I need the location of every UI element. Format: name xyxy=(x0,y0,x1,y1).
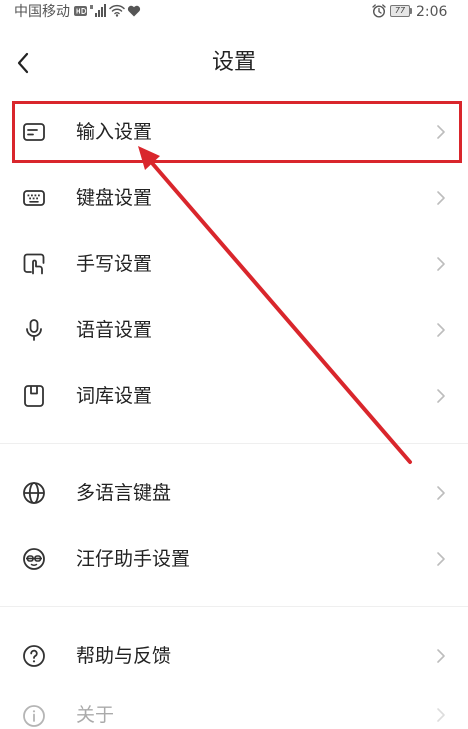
keyboard-icon xyxy=(23,190,45,206)
help-icon xyxy=(23,645,45,667)
chevron-right-icon xyxy=(437,323,445,337)
settings-item-label: 语音设置 xyxy=(76,319,153,341)
settings-item-label: 手写设置 xyxy=(76,253,153,275)
settings-item-input[interactable]: 输入设置 xyxy=(0,99,468,165)
handwriting-icon xyxy=(23,253,45,275)
input-settings-icon xyxy=(23,123,45,141)
assistant-icon xyxy=(23,548,45,570)
battery-tip xyxy=(410,8,412,14)
settings-item-voice[interactable]: 语音设置 xyxy=(0,297,468,363)
battery-icon: 77 xyxy=(390,5,410,17)
settings-item-label: 多语言键盘 xyxy=(76,482,172,504)
chevron-right-icon xyxy=(437,389,445,403)
microphone-icon xyxy=(26,319,42,341)
chevron-right-icon xyxy=(437,486,445,500)
chevron-right-icon xyxy=(437,649,445,663)
settings-screen: 中国移动 77 2:06 设置 输入设置 键盘设置 手写设置 语音设置 词库设置… xyxy=(0,0,468,729)
hd-icon xyxy=(74,6,87,16)
settings-item-dictionary[interactable]: 词库设置 xyxy=(0,363,468,429)
dictionary-icon xyxy=(24,385,44,407)
alarm-icon xyxy=(372,4,386,18)
chevron-right-icon xyxy=(437,125,445,139)
group-divider xyxy=(0,606,468,607)
chevron-right-icon xyxy=(437,552,445,566)
group-divider xyxy=(0,443,468,444)
wifi-icon xyxy=(109,4,125,17)
settings-item-label: 输入设置 xyxy=(76,121,153,143)
chevron-right-icon xyxy=(437,708,445,722)
carrier-name: 中国移动 xyxy=(14,4,70,20)
settings-item-handwriting[interactable]: 手写设置 xyxy=(0,231,468,297)
settings-item-label: 关于 xyxy=(76,704,115,726)
settings-item-keyboard[interactable]: 键盘设置 xyxy=(0,165,468,231)
settings-item-multilanguage[interactable]: 多语言键盘 xyxy=(0,460,468,526)
clock-time: 2:06 xyxy=(416,4,448,20)
signal-icon xyxy=(90,4,106,17)
settings-item-about[interactable]: 关于 xyxy=(0,702,468,729)
settings-item-label: 汪仔助手设置 xyxy=(76,548,191,570)
chevron-right-icon xyxy=(437,191,445,205)
page-title: 设置 xyxy=(211,50,256,75)
settings-item-label: 帮助与反馈 xyxy=(76,645,172,667)
settings-item-help[interactable]: 帮助与反馈 xyxy=(0,623,468,689)
globe-icon xyxy=(23,482,45,504)
heart-icon xyxy=(127,5,141,17)
info-icon xyxy=(23,705,45,727)
settings-item-assistant[interactable]: 汪仔助手设置 xyxy=(0,526,468,592)
settings-item-label: 词库设置 xyxy=(76,385,153,407)
chevron-right-icon xyxy=(437,257,445,271)
settings-item-label: 键盘设置 xyxy=(76,187,153,209)
